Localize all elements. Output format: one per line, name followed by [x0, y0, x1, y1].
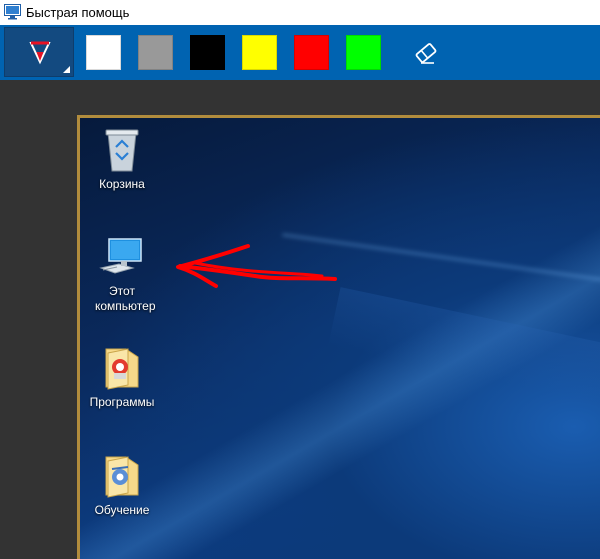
pen-options-indicator [63, 66, 70, 73]
color-swatch-red[interactable] [294, 35, 329, 70]
color-swatch-green[interactable] [346, 35, 381, 70]
pen-icon [29, 41, 51, 65]
pen-tool-button[interactable] [4, 27, 74, 77]
window-title: Быстрая помощь [26, 5, 130, 20]
shared-screen-area[interactable]: Корзина Этот компьютер Программы Обучени… [0, 80, 600, 559]
color-swatch-white[interactable] [86, 35, 121, 70]
color-swatch-black[interactable] [190, 35, 225, 70]
eraser-tool-button[interactable] [412, 39, 440, 67]
color-swatch-yellow[interactable] [242, 35, 277, 70]
title-bar: Быстрая помощь [0, 0, 600, 25]
color-swatch-gray[interactable] [138, 35, 173, 70]
eraser-icon [415, 43, 437, 64]
annotation-toolbar [0, 25, 600, 80]
red-arrow-annotation [176, 244, 337, 288]
quick-assist-app-icon [4, 4, 21, 20]
